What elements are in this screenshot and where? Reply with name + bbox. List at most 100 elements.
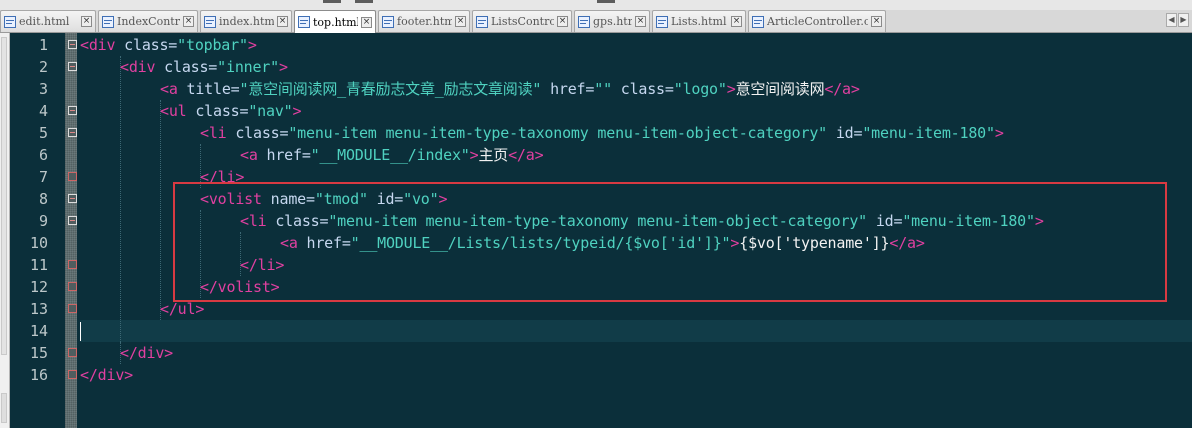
code-token-tag: </a> [824,80,860,98]
tab-articlecontroller-class-php[interactable]: ArticleController.class.php× [748,10,886,32]
tab-indexcontroller-class-php[interactable]: IndexController.class.php× [98,10,198,32]
code-token-tag: > [278,58,288,76]
file-icon [382,15,394,28]
panel-scrollbar-lower[interactable] [1,393,7,423]
line-number: 7 [38,168,48,186]
code-line[interactable]: <li class="menu-item menu-item-type-taxo… [200,122,1004,144]
tab-label: index.html [219,15,274,28]
text-cursor [80,322,81,341]
fold-end-icon [68,348,77,357]
code-line[interactable]: <div class="topbar"> [80,34,257,56]
tab-listscontroller-class-php[interactable]: ListsController.class.php× [472,10,572,32]
tab-scroll-right-button[interactable]: ▶ [1178,13,1189,27]
file-icon [102,15,114,28]
file-icon [752,15,764,28]
line-number: 16 [29,366,48,384]
code-token-attr: href= [266,146,311,164]
tab-gps-html[interactable]: gps.html× [574,10,650,32]
close-icon[interactable]: × [731,16,742,27]
line-number: 8 [38,190,48,208]
editor-window: edit.html×IndexController.class.php×inde… [0,0,1192,428]
code-token-attr: title= [186,80,240,98]
line-number: 5 [38,124,48,142]
fold-toggle-icon[interactable] [68,106,77,115]
code-token-tag: <a [160,80,187,98]
code-line[interactable]: </div> [120,342,173,364]
close-icon[interactable]: × [361,16,372,28]
code-token-tag: </div> [80,366,133,384]
tab-scroll-left-button[interactable]: ◀ [1166,13,1177,27]
code-token-attr: class= [124,36,178,54]
close-icon[interactable]: × [277,16,288,27]
toolbar-mark [355,0,373,3]
tab-label: footer.html [397,15,452,28]
code-token-tag: <div [80,36,125,54]
code-line[interactable]: <ul class="nav"> [160,100,302,122]
tab-index-html[interactable]: index.html × [200,10,292,32]
code-token-val: "意空间阅读网_青春励志文章_励志文章阅读" [239,80,542,98]
code-token-tag: > [994,124,1004,142]
code-line[interactable]: <a href="__MODULE__/index">主页</a> [240,144,544,166]
tab-label: ArticleController.class.php [767,15,868,28]
file-icon [578,15,590,28]
code-line[interactable]: <div class="inner"> [120,56,288,78]
code-token-tag: <a [240,146,267,164]
code-token-tag: </ul> [160,300,205,318]
fold-toggle-icon[interactable] [68,216,77,225]
code-token-val: "logo" [673,80,727,98]
line-number: 6 [38,146,48,164]
line-number: 9 [38,212,48,230]
panel-scrollbar[interactable] [1,37,7,355]
code-token-attr: class= [235,124,289,142]
tab-bar: edit.html×IndexController.class.php×inde… [0,10,1192,33]
fold-toggle-icon[interactable] [68,40,77,49]
close-icon[interactable]: × [81,16,92,27]
code-token-tag: > [726,80,736,98]
close-icon[interactable]: × [635,16,646,27]
toolbar-mark [323,0,341,3]
file-icon [4,15,16,28]
side-panel-edge [0,33,10,428]
file-icon [204,15,216,28]
line-number: 4 [38,102,48,120]
tab-label: Lists.html [671,15,727,28]
code-token-tag: > [292,102,302,120]
code-token-val: "nav" [248,102,293,120]
close-icon[interactable]: × [557,16,568,27]
indent-guide [120,56,121,342]
line-number: 10 [29,234,48,252]
close-icon[interactable]: × [183,16,194,27]
close-icon[interactable]: × [871,16,882,27]
code-token-text: 主页 [478,146,509,164]
code-token-attr: class= [164,58,218,76]
code-token-val: "" [594,80,612,98]
tab-lists-html[interactable]: Lists.html × [652,10,746,32]
code-line[interactable]: <a title="意空间阅读网_青春励志文章_励志文章阅读" href="" … [160,78,860,100]
fold-toggle-icon[interactable] [68,194,77,203]
file-icon [298,16,310,28]
code-editor[interactable]: 1 2 3 4 5 6 7 8 9 10 11 12 13 14 15 16 <div class="topb… [10,33,1192,428]
close-icon[interactable]: × [455,16,466,27]
fold-toggle-icon[interactable] [68,128,77,137]
line-number: 14 [29,322,48,340]
line-number: 12 [29,278,48,296]
tab-top-html[interactable]: top.html × [294,10,376,33]
code-token-val: "menu-item menu-item-type-taxonomy menu-… [288,124,828,142]
tab-footer-html[interactable]: footer.html× [378,10,470,32]
code-token-tag: > [247,36,257,54]
line-number: 13 [29,300,48,318]
code-line[interactable]: </div> [80,364,133,386]
code-token-val: "inner" [217,58,279,76]
code-token-attr: class= [611,80,674,98]
fold-end-icon [68,260,77,269]
code-token-attr: class= [195,102,249,120]
fold-toggle-icon[interactable] [68,62,77,71]
tab-list: edit.html×IndexController.class.php×inde… [0,10,888,33]
tab-label: gps.html [593,15,632,28]
tab-edit-html[interactable]: edit.html × [0,10,96,32]
fold-margin[interactable] [65,33,77,428]
code-token-attr: href= [541,80,595,98]
tab-label: ListsController.class.php [491,15,554,28]
line-number: 2 [38,58,48,76]
code-token-val: "topbar" [177,36,248,54]
